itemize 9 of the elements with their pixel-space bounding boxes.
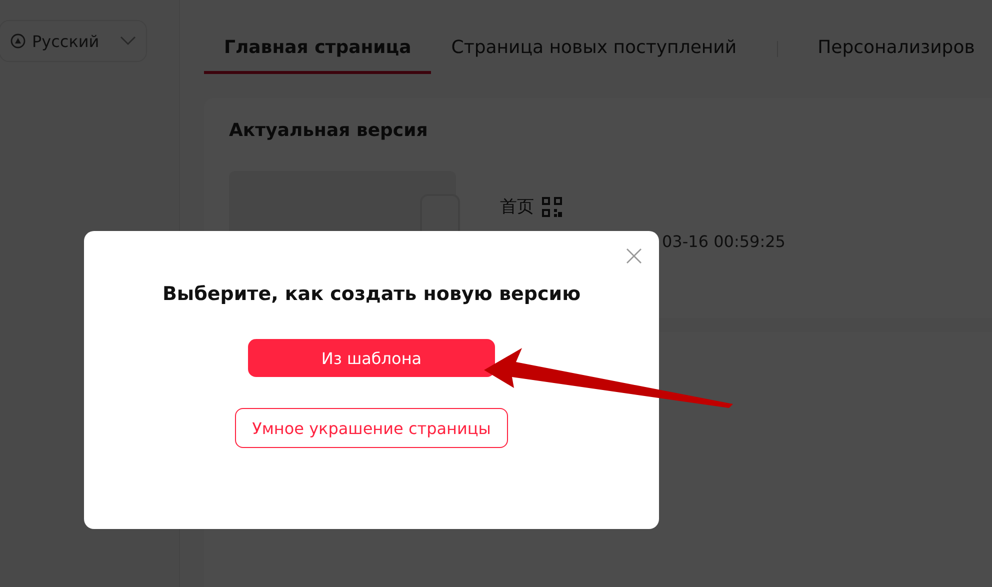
smart-decoration-button[interactable]: Умное украшение страницы (235, 408, 508, 448)
dialog-title: Выберите, как создать новую версию (162, 283, 581, 305)
tab[interactable]: Страница новых поступлений (431, 24, 757, 74)
close-icon[interactable] (625, 247, 643, 265)
page-name: 首页 (500, 196, 534, 218)
card-title: Актуальная версия (229, 120, 429, 141)
template-button[interactable]: Из шаблона (248, 339, 495, 377)
tab[interactable]: Персонализиров (798, 24, 992, 74)
update-time: 03-16 00:59:25 (661, 232, 786, 251)
